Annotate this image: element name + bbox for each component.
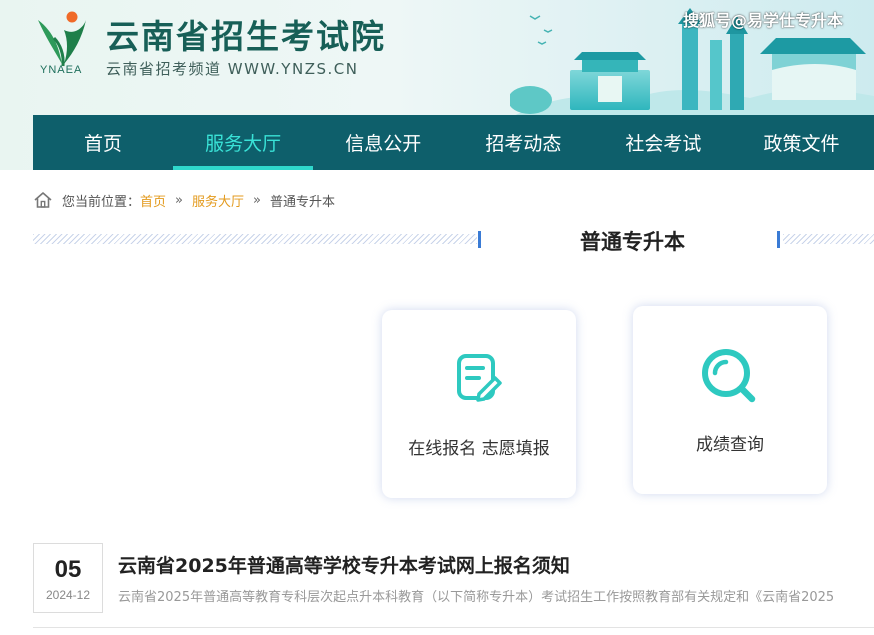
section-title: 普通专升本 xyxy=(580,230,685,254)
news-date-box: 05 2024-12 xyxy=(33,543,103,613)
breadcrumb-service-hall-link[interactable]: 服务大厅 xyxy=(192,191,244,210)
sohu-watermark: 搜狐号@易学仕专升本 xyxy=(683,11,844,30)
page-root: YNAEA 云南省招生考试院 云南省招考频道 WWW.YNZS.CN 搜狐号@易… xyxy=(0,0,874,635)
news-summary: 云南省2025年普通高等教育专科层次起点升本科教育（以下简称专升本）考试招生工作… xyxy=(118,590,835,605)
section-divider-left xyxy=(33,234,477,244)
score-query-card[interactable]: 成绩查询 xyxy=(633,306,827,494)
breadcrumb-home-link[interactable]: 首页 xyxy=(140,191,166,210)
news-divider xyxy=(33,627,874,628)
form-edit-icon xyxy=(457,354,502,402)
online-registration-label: 在线报名 志愿填报 xyxy=(408,439,550,459)
site-title[interactable]: 云南省招生考试院 xyxy=(106,10,386,58)
breadcrumb-separator: » xyxy=(253,192,261,208)
logo-abbreviation: YNAEA xyxy=(40,64,83,76)
nav-item-service-hall[interactable]: 服务大厅 xyxy=(173,115,314,170)
nav-item-exam-news[interactable]: 招考动态 xyxy=(453,115,593,170)
main-nav: 首页 服务大厅 信息公开 招考动态 社会考试 政策文件 xyxy=(33,115,874,170)
breadcrumb-separator: » xyxy=(175,192,183,208)
nav-item-home[interactable]: 首页 xyxy=(33,115,173,170)
search-icon xyxy=(702,349,756,403)
nav-item-info-disclosure[interactable]: 信息公开 xyxy=(313,115,453,170)
section-bar-left xyxy=(478,231,481,248)
news-year-month: 2024-12 xyxy=(45,588,91,602)
score-query-label: 成绩查询 xyxy=(696,435,764,455)
news-title-link[interactable]: 云南省2025年普通高等学校专升本考试网上报名须知 xyxy=(118,551,570,578)
home-icon[interactable] xyxy=(33,190,53,210)
breadcrumb: 您当前位置： 首页 » 服务大厅 » 普通专升本 xyxy=(33,189,335,211)
online-registration-card[interactable]: 在线报名 志愿填报 xyxy=(382,310,576,498)
section-bar-right xyxy=(777,231,780,248)
section-divider-right xyxy=(783,234,874,244)
nav-item-policy-documents[interactable]: 政策文件 xyxy=(733,115,874,170)
nav-item-social-exams[interactable]: 社会考试 xyxy=(593,115,733,170)
news-day: 05 xyxy=(54,556,82,583)
breadcrumb-current: 普通专升本 xyxy=(269,194,335,210)
site-subtitle: 云南省招考频道 WWW.YNZS.CN xyxy=(106,60,359,78)
breadcrumb-prefix: 您当前位置： xyxy=(62,194,141,210)
